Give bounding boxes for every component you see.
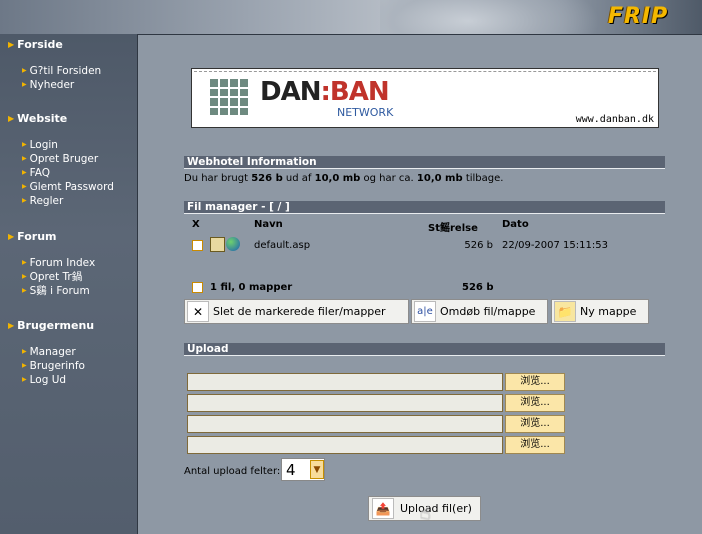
browse-button-2[interactable]: 浏览... xyxy=(505,394,565,412)
banner-brand: DAN:BAN xyxy=(260,77,390,107)
banner-dotted-border xyxy=(194,71,656,72)
column-header-name: Navn xyxy=(254,219,283,230)
delete-button[interactable]: ✕ Slet de markerede filer/mapper xyxy=(184,299,409,324)
file-checkbox[interactable] xyxy=(192,240,203,251)
select-all-checkbox[interactable] xyxy=(192,282,203,293)
nav-section-forside: ▶ Forside ▶ G?til Forsiden ▶ Nyheder xyxy=(8,38,101,92)
nav-item-manager[interactable]: ▶ Manager xyxy=(22,345,94,359)
upload-file-field-3[interactable] xyxy=(187,415,503,433)
webhotel-usage-text: Du har brugt 526 b ud af 10,0 mb og har … xyxy=(184,173,504,184)
main-content: DAN:BAN NETWORK www.danban.dk Webhotel I… xyxy=(137,34,702,534)
nav-item-nyheder[interactable]: ▶ Nyheder xyxy=(22,78,101,92)
banner-subtitle: NETWORK xyxy=(337,106,394,119)
column-header-x: X xyxy=(192,219,200,230)
nav-item-forsiden[interactable]: ▶ G?til Forsiden xyxy=(22,64,101,78)
sidebar: ▶ Forside ▶ G?til Forsiden ▶ Nyheder ▶ Websi… xyxy=(0,34,137,534)
nav-section-title: Brugermenu xyxy=(17,319,95,332)
arrow-icon: ▶ xyxy=(22,259,27,266)
summary-size: 526 b xyxy=(462,282,494,293)
upload-icon: 📤 xyxy=(372,498,394,519)
file-name[interactable]: default.asp xyxy=(254,240,310,251)
arrow-icon: ▶ xyxy=(8,232,15,241)
danban-logo-icon xyxy=(210,79,248,115)
new-folder-icon: 📁 xyxy=(554,301,576,322)
arrow-icon: ▶ xyxy=(22,183,27,190)
upload-count-label: Antal upload felter: xyxy=(184,466,281,477)
webhotel-section-title: Webhotel Information xyxy=(184,156,665,169)
arrow-icon: ▶ xyxy=(22,67,27,74)
upload-section-title: Upload xyxy=(184,343,665,356)
summary-label: 1 fil, 0 mapper xyxy=(210,282,293,293)
nav-item-soeg-forum[interactable]: ▶ S鷄 i Forum xyxy=(22,284,95,298)
delete-icon: ✕ xyxy=(187,301,209,322)
nav-section-title: Forum xyxy=(17,230,57,243)
file-size: 526 b xyxy=(464,240,493,251)
nav-item-login[interactable]: ▶ Login xyxy=(22,138,114,152)
arrow-icon: ▶ xyxy=(22,273,27,280)
nav-item-brugerinfo[interactable]: ▶ Brugerinfo xyxy=(22,359,94,373)
arrow-icon: ▶ xyxy=(22,348,27,355)
browse-button-1[interactable]: 浏览... xyxy=(505,373,565,391)
nav-item-faq[interactable]: ▶ FAQ xyxy=(22,166,114,180)
arrow-icon: ▶ xyxy=(8,40,15,49)
arrow-icon: ▶ xyxy=(22,141,27,148)
upload-file-field-1[interactable] xyxy=(187,373,503,391)
nav-section-brugermenu: ▶ Brugermenu ▶ Manager ▶ Brugerinfo ▶ Log Ud xyxy=(8,319,94,387)
nav-section-title: Forside xyxy=(17,38,63,51)
chevron-down-icon: ▼ xyxy=(310,460,324,479)
nav-section-title: Website xyxy=(17,112,68,125)
browse-button-4[interactable]: 浏览... xyxy=(505,436,565,454)
nav-section-website: ▶ Website ▶ Login ▶ Opret Bruger ▶ FAQ ▶ Glem… xyxy=(8,112,114,208)
file-date: 22/09-2007 15:11:53 xyxy=(502,240,608,251)
danban-banner[interactable]: DAN:BAN NETWORK www.danban.dk xyxy=(191,68,659,128)
arrow-icon: ▶ xyxy=(22,362,27,369)
nav-item-opret-traad[interactable]: ▶ Opret Tr鍋 xyxy=(22,270,95,284)
arrow-icon: ▶ xyxy=(8,114,15,123)
hand-cursor-icon: ☝ xyxy=(420,503,431,524)
rename-icon: a|e xyxy=(414,301,436,322)
nav-item-regler[interactable]: ▶ Regler xyxy=(22,194,114,208)
arrow-icon: ▶ xyxy=(22,197,27,204)
nav-section-forum: ▶ Forum ▶ Forum Index ▶ Opret Tr鍋 ▶ S鷄 i For… xyxy=(8,230,95,298)
column-header-size: St鳐relse xyxy=(428,223,478,234)
arrow-icon: ▶ xyxy=(22,81,27,88)
rename-button[interactable]: a|e Omdøb fil/mappe xyxy=(411,299,548,324)
arrow-icon: ▶ xyxy=(8,321,15,330)
arrow-icon: ▶ xyxy=(22,287,27,294)
nav-item-forum-index[interactable]: ▶ Forum Index xyxy=(22,256,95,270)
arrow-icon: ▶ xyxy=(22,155,27,162)
arrow-icon: ▶ xyxy=(22,376,27,383)
filemanager-section-title: Fil manager - [ / ] xyxy=(184,201,665,214)
arrow-icon: ▶ xyxy=(22,169,27,176)
nav-item-opret-bruger[interactable]: ▶ Opret Bruger xyxy=(22,152,114,166)
browse-button-3[interactable]: 浏览... xyxy=(505,415,565,433)
nav-item-glemt-password[interactable]: ▶ Glemt Password xyxy=(22,180,114,194)
column-header-date: Dato xyxy=(502,219,529,230)
banner-url: www.danban.dk xyxy=(575,114,654,125)
upload-count-select[interactable]: 4 ▼ xyxy=(281,458,325,481)
nav-item-log-ud[interactable]: ▶ Log Ud xyxy=(22,373,94,387)
upload-file-field-4[interactable] xyxy=(187,436,503,454)
asp-file-icon xyxy=(210,237,242,253)
header-bar: FRIP xyxy=(0,0,702,70)
new-folder-button[interactable]: 📁 Ny mappe xyxy=(551,299,649,324)
upload-file-field-2[interactable] xyxy=(187,394,503,412)
frip-logo: FRIP xyxy=(608,4,669,29)
